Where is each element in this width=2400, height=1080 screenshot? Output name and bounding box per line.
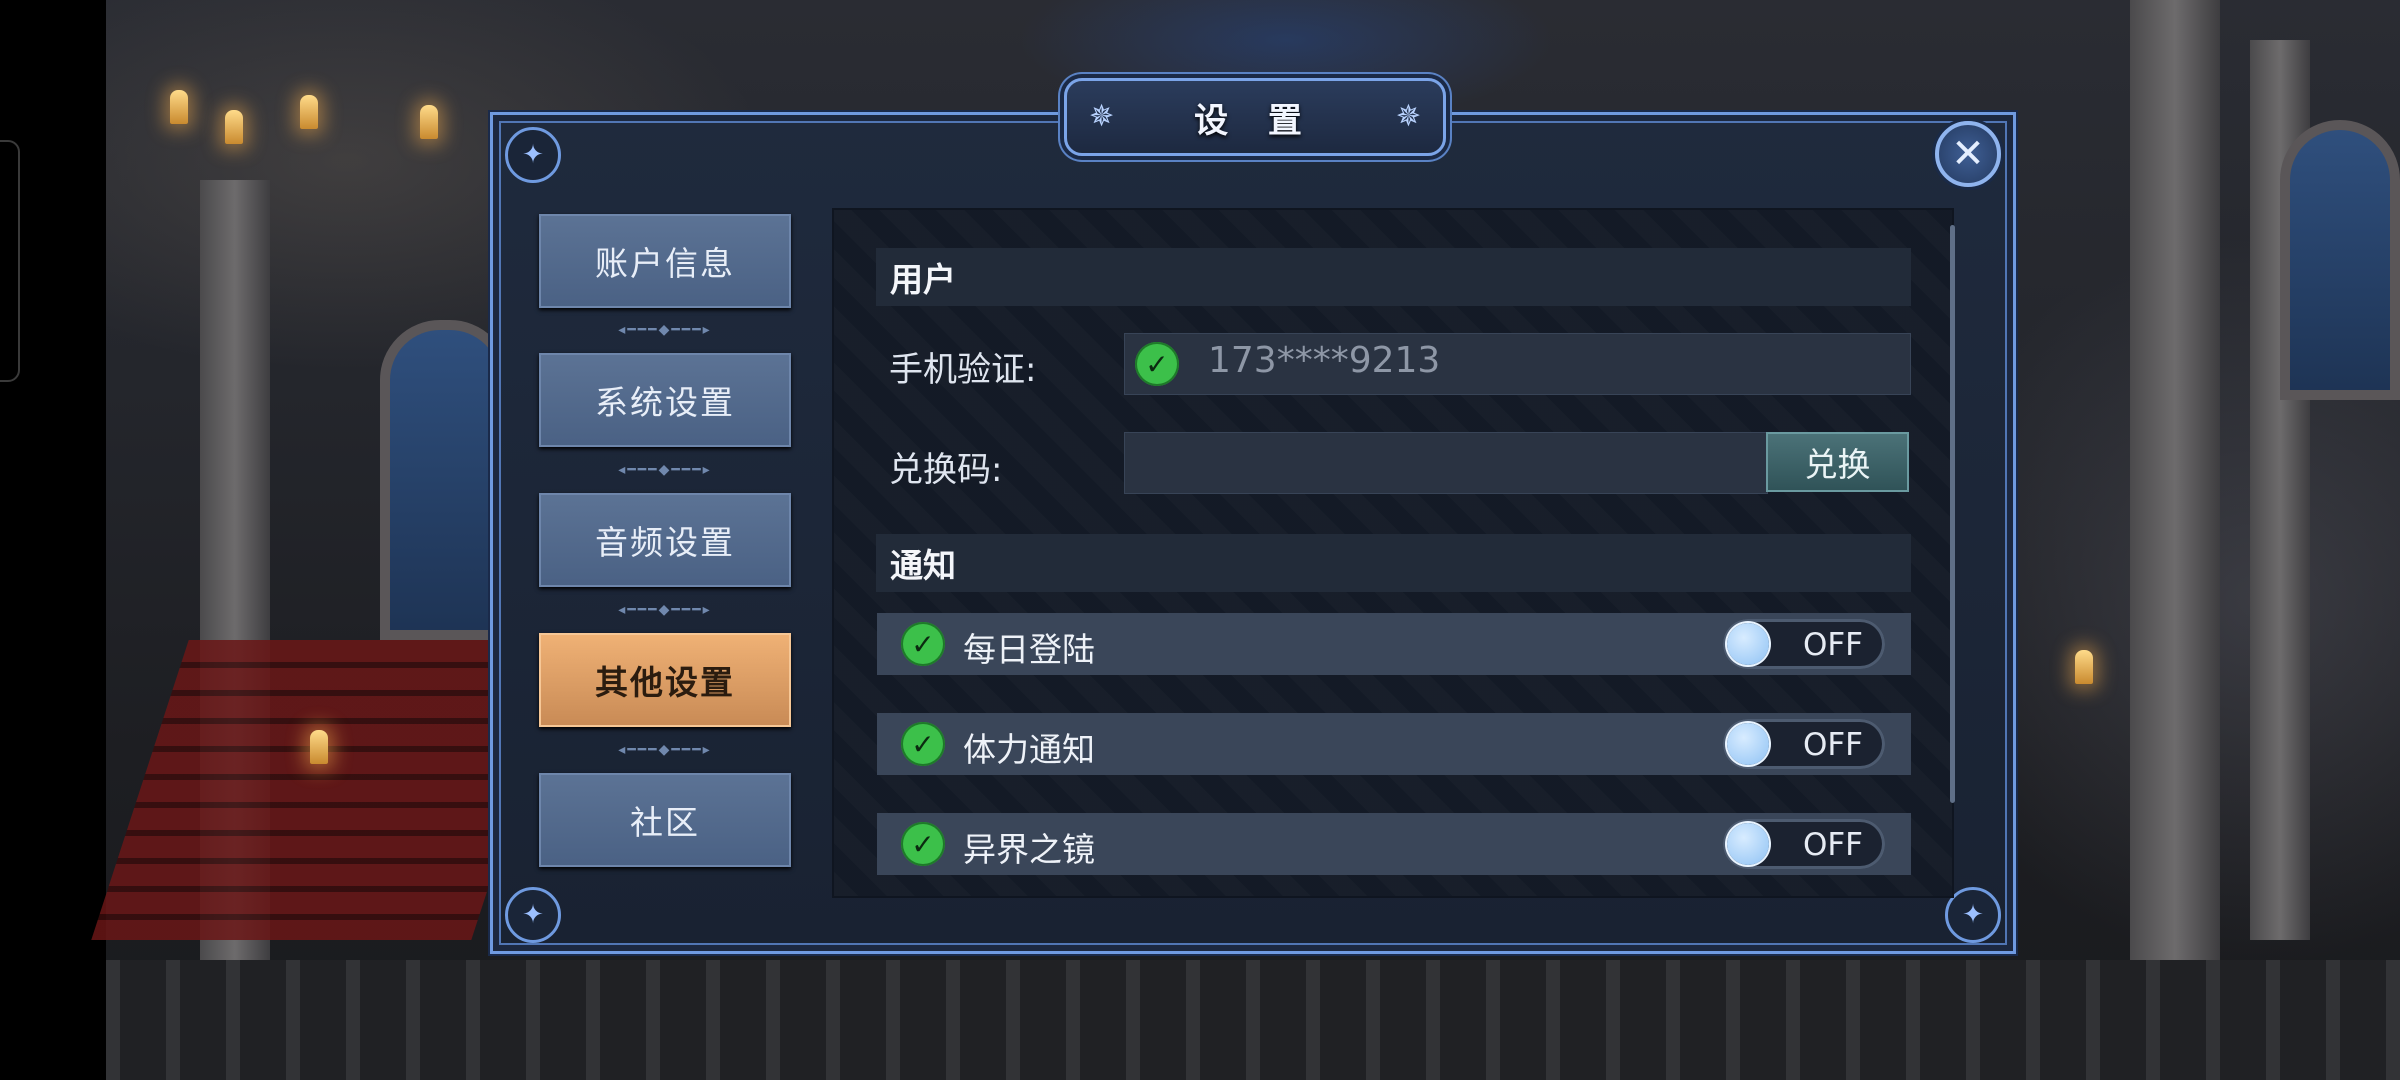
notify-row-mirror: ✓ 异界之镜 OFF	[877, 813, 1911, 875]
bg-pillar	[2130, 0, 2220, 960]
bg-window	[2280, 120, 2400, 400]
corner-star-icon: ✦	[505, 887, 561, 943]
corner-star-icon: ✦	[505, 127, 561, 183]
bg-candle	[2075, 650, 2093, 684]
bg-candle	[300, 95, 318, 129]
redeem-button-label: 兑换	[1804, 445, 1871, 484]
bg-candle	[225, 110, 243, 144]
nav-divider: ◂━━━◆━━━▸	[618, 462, 712, 478]
device-edge	[0, 0, 106, 1080]
tab-label: 系统设置	[595, 383, 735, 422]
tab-system-settings[interactable]: 系统设置	[539, 353, 791, 447]
dialog-title: 设 置	[1194, 100, 1316, 141]
title-star-icon: ✵	[1089, 99, 1115, 134]
redeem-code-label: 兑换码:	[889, 450, 1003, 490]
check-circle-icon: ✓	[1135, 342, 1179, 386]
notify-label: 每日登陆	[963, 630, 1095, 669]
device-notch	[0, 140, 20, 382]
notify-row-daily-login: ✓ 每日登陆 OFF	[877, 613, 1911, 675]
close-x-icon: ✕	[1951, 131, 1985, 177]
toggle-state: OFF	[1802, 627, 1863, 663]
section-heading-user: 用户	[876, 248, 1911, 306]
redeem-code-input[interactable]	[1124, 432, 1768, 494]
toggle-knob	[1727, 723, 1769, 765]
check-circle-icon: ✓	[901, 622, 945, 666]
tab-label: 音频设置	[595, 523, 735, 562]
notify-row-stamina: ✓ 体力通知 OFF	[877, 713, 1911, 775]
game-screen: ✦ ✦ ✦ ✵ 设 置 ✵ ✕ 账户信息 ◂━━━◆━━━▸ 系统设置 ◂━━━…	[0, 0, 2400, 1080]
tab-other-settings[interactable]: 其他设置	[539, 633, 791, 727]
scrollbar[interactable]	[1950, 225, 1955, 803]
nav-divider: ◂━━━◆━━━▸	[618, 322, 712, 338]
close-button[interactable]: ✕	[1935, 121, 2001, 187]
bg-balustrade	[106, 960, 2400, 1080]
dialog-title-plate: ✵ 设 置 ✵	[1064, 78, 1446, 156]
toggle-stamina[interactable]: OFF	[1723, 719, 1885, 769]
toggle-state: OFF	[1802, 727, 1863, 763]
tab-label: 社区	[630, 803, 700, 842]
nav-divider: ◂━━━◆━━━▸	[618, 602, 712, 618]
bg-candle	[310, 730, 328, 764]
check-circle-icon: ✓	[901, 822, 945, 866]
title-star-icon: ✵	[1395, 99, 1421, 134]
notify-label: 体力通知	[963, 730, 1095, 769]
toggle-mirror[interactable]: OFF	[1723, 819, 1885, 869]
toggle-knob	[1727, 623, 1769, 665]
tab-community[interactable]: 社区	[539, 773, 791, 867]
phone-verify-label: 手机验证:	[889, 350, 1037, 390]
toggle-knob	[1727, 823, 1769, 865]
notify-label: 异界之镜	[963, 830, 1095, 869]
tab-label: 账户信息	[595, 244, 735, 283]
bg-candle	[170, 90, 188, 124]
redeem-button[interactable]: 兑换	[1766, 432, 1909, 492]
nav-divider: ◂━━━◆━━━▸	[618, 742, 712, 758]
tab-account-info[interactable]: 账户信息	[539, 214, 791, 308]
phone-value: 173****9213	[1208, 340, 1441, 381]
check-circle-icon: ✓	[901, 722, 945, 766]
tab-audio-settings[interactable]: 音频设置	[539, 493, 791, 587]
tab-label: 其他设置	[595, 663, 735, 702]
toggle-daily-login[interactable]: OFF	[1723, 619, 1885, 669]
bg-candle	[420, 105, 438, 139]
section-heading-notify: 通知	[876, 534, 1911, 592]
toggle-state: OFF	[1802, 827, 1863, 863]
